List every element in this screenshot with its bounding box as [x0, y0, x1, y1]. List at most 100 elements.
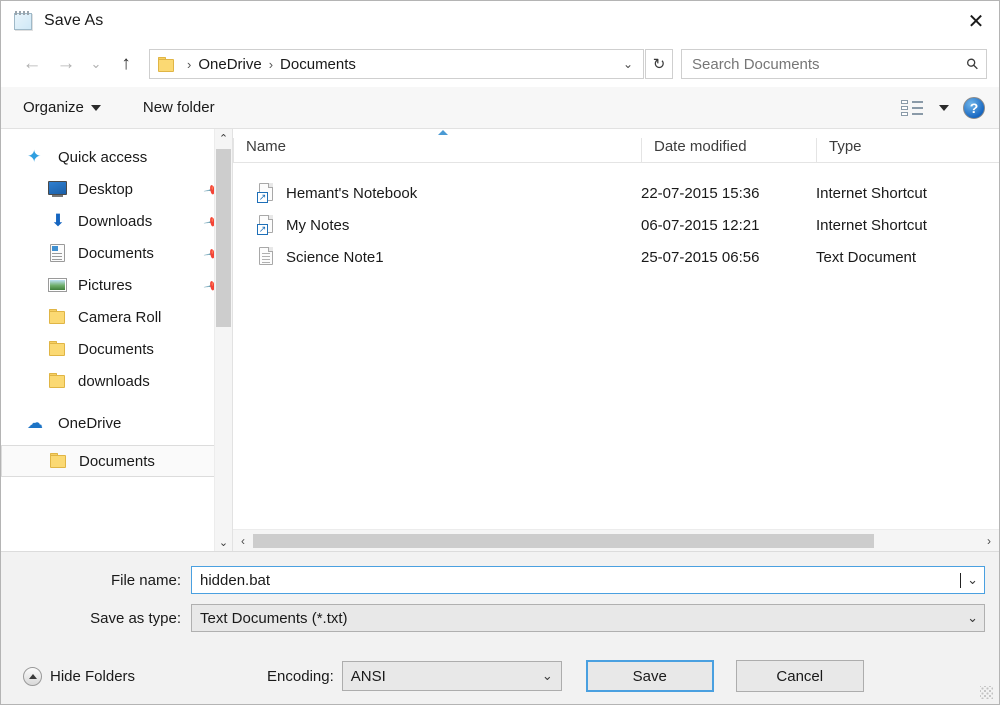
file-list-pane: Name Date modified Type ↗ Hemant's Noteb… — [233, 129, 999, 551]
table-row[interactable]: ↗ My Notes 06-07-2015 12:21 Internet Sho… — [233, 209, 999, 241]
sidebar-item-pictures[interactable]: Pictures 📌 — [1, 269, 232, 301]
dialog-footer: Hide Folders Encoding: ANSI ⌄ Save Cance… — [1, 642, 999, 704]
table-row[interactable]: Science Note1 25-07-2015 06:56 Text Docu… — [233, 241, 999, 273]
scroll-down-icon[interactable]: ⌄ — [215, 533, 232, 551]
horizontal-scroll-thumb[interactable] — [253, 534, 874, 548]
refresh-icon[interactable]: ↻ — [645, 49, 673, 79]
sidebar-item-documents-library[interactable]: Documents 📌 — [1, 237, 232, 269]
search-placeholder: Search Documents — [692, 56, 967, 73]
command-toolbar: Organize New folder ? — [1, 87, 999, 129]
chevron-down-icon[interactable]: ⌄ — [542, 668, 553, 684]
folder-icon — [158, 57, 176, 72]
filename-input[interactable]: hidden.bat ⌄ — [191, 566, 985, 594]
cancel-button[interactable]: Cancel — [736, 660, 864, 692]
back-button[interactable]: ← — [15, 49, 49, 79]
scroll-right-icon[interactable]: › — [979, 534, 999, 548]
filename-label: File name: — [15, 572, 191, 589]
sidebar-item-desktop[interactable]: Desktop 📌 — [1, 173, 232, 205]
file-date: 22-07-2015 15:36 — [641, 185, 816, 202]
desktop-icon — [47, 179, 69, 199]
column-headers: Name Date modified Type — [233, 129, 999, 163]
sidebar-item-label: Downloads — [78, 213, 152, 230]
organize-button[interactable]: Organize — [23, 99, 101, 116]
save-as-dialog: Save As ✕ ← → ⌄ ↑ › OneDrive › Documents… — [0, 0, 1000, 705]
cloud-icon: ☁ — [27, 413, 49, 433]
scroll-up-icon[interactable]: ⌃ — [215, 129, 232, 147]
filename-row: File name: hidden.bat ⌄ — [15, 566, 985, 594]
sidebar-item-downloads-folder[interactable]: downloads — [1, 365, 232, 397]
sidebar-item-label: OneDrive — [58, 415, 121, 432]
search-input[interactable]: Search Documents ⚲ — [681, 49, 987, 79]
horizontal-scroll-track[interactable] — [253, 533, 979, 549]
chevron-down-icon[interactable]: ⌄ — [967, 572, 978, 588]
star-icon: ✦ — [27, 147, 49, 167]
sidebar-item-camera-roll[interactable]: Camera Roll — [1, 301, 232, 333]
column-header-date-modified[interactable]: Date modified — [641, 138, 816, 162]
save-button[interactable]: Save — [586, 660, 714, 692]
toolbar-right-group: ? — [901, 97, 985, 119]
sidebar-item-label: Desktop — [78, 181, 133, 198]
sidebar-item-label: Camera Roll — [78, 309, 161, 326]
text-document-icon — [257, 247, 277, 268]
file-date: 06-07-2015 12:21 — [641, 217, 816, 234]
sidebar-item-documents-folder[interactable]: Documents — [1, 333, 232, 365]
help-icon[interactable]: ? — [963, 97, 985, 119]
table-row[interactable]: ↗ Hemant's Notebook 22-07-2015 15:36 Int… — [233, 177, 999, 209]
address-bar[interactable]: › OneDrive › Documents ⌄ — [149, 49, 644, 79]
notepad-icon — [13, 10, 35, 32]
view-options-chevron-down-icon[interactable] — [939, 105, 949, 111]
sidebar-item-onedrive[interactable]: ☁ OneDrive — [1, 407, 232, 439]
sidebar-scrollbar[interactable]: ⌃ ⌄ — [214, 129, 232, 551]
horizontal-scrollbar[interactable]: ‹ › — [233, 529, 999, 551]
internet-shortcut-icon: ↗ — [257, 215, 277, 236]
encoding-group: Encoding: ANSI ⌄ — [267, 661, 562, 691]
sidebar-item-label: Quick access — [58, 149, 147, 166]
column-header-name[interactable]: Name — [233, 138, 641, 162]
chevron-down-icon[interactable]: ⌄ — [615, 50, 641, 78]
internet-shortcut-icon: ↗ — [257, 183, 277, 204]
sidebar-scroll-track[interactable] — [215, 147, 232, 533]
close-icon[interactable]: ✕ — [953, 1, 999, 41]
file-name-cell: Science Note1 — [233, 247, 641, 268]
hide-folders-button[interactable]: Hide Folders — [15, 667, 135, 686]
dialog-body: ✦ Quick access Desktop 📌 ⬇ Downloads 📌 D… — [1, 129, 999, 551]
save-form: File name: hidden.bat ⌄ Save as type: Te… — [1, 551, 999, 642]
sidebar-item-downloads[interactable]: ⬇ Downloads 📌 — [1, 205, 232, 237]
sidebar-item-onedrive-documents[interactable]: Documents — [1, 445, 222, 477]
sidebar-item-label: Documents — [79, 453, 155, 470]
chevron-down-icon[interactable]: ⌄ — [967, 610, 978, 626]
hide-folders-label: Hide Folders — [50, 668, 135, 685]
sidebar-scroll-thumb[interactable] — [216, 149, 231, 327]
title-bar: Save As ✕ — [1, 1, 999, 41]
view-options-icon[interactable] — [901, 99, 925, 117]
encoding-value: ANSI — [351, 668, 536, 685]
filename-value: hidden.bat — [200, 572, 959, 589]
file-type: Internet Shortcut — [816, 217, 986, 234]
sidebar-item-quick-access[interactable]: ✦ Quick access — [1, 141, 232, 173]
up-button[interactable]: ↑ — [109, 49, 143, 79]
folder-icon — [47, 339, 69, 359]
savetype-row: Save as type: Text Documents (*.txt) ⌄ — [15, 604, 985, 632]
encoding-label: Encoding: — [267, 668, 334, 685]
column-header-type[interactable]: Type — [816, 138, 986, 162]
file-date: 25-07-2015 06:56 — [641, 249, 816, 266]
folder-icon — [47, 371, 69, 391]
breadcrumb-item-onedrive[interactable]: OneDrive — [198, 56, 261, 73]
encoding-dropdown[interactable]: ANSI ⌄ — [342, 661, 562, 691]
sidebar-item-label: Documents — [78, 341, 154, 358]
breadcrumb-item-documents[interactable]: Documents — [280, 56, 356, 73]
forward-button[interactable]: → — [49, 49, 83, 79]
window-title: Save As — [44, 12, 103, 30]
savetype-dropdown[interactable]: Text Documents (*.txt) ⌄ — [191, 604, 985, 632]
file-type: Text Document — [816, 249, 986, 266]
file-rows: ↗ Hemant's Notebook 22-07-2015 15:36 Int… — [233, 163, 999, 273]
breadcrumb-separator: › — [187, 57, 191, 72]
folder-icon — [47, 307, 69, 327]
scroll-left-icon[interactable]: ‹ — [233, 534, 253, 548]
resize-grip[interactable] — [980, 686, 993, 699]
new-folder-button[interactable]: New folder — [143, 99, 215, 116]
file-name-cell: ↗ Hemant's Notebook — [233, 183, 641, 204]
savetype-label: Save as type: — [15, 610, 191, 627]
new-folder-label: New folder — [143, 99, 215, 116]
recent-locations-button[interactable]: ⌄ — [83, 49, 109, 79]
